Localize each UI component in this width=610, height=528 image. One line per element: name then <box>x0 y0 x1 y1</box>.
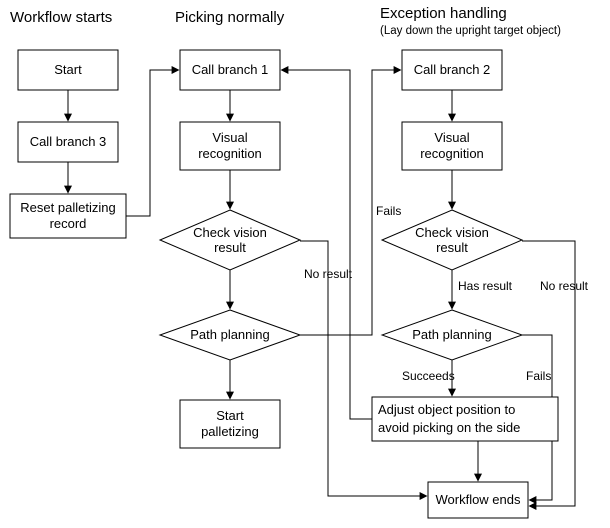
label-pp2: Path planning <box>412 327 492 342</box>
label-vr1-a: Visual <box>212 130 247 145</box>
label-reset-palletizing-1: Reset palletizing <box>20 200 115 215</box>
label-reset-palletizing-2: record <box>50 216 87 231</box>
label-call-branch-3: Call branch 3 <box>30 134 107 149</box>
label-pp2-fails: Fails <box>526 369 551 383</box>
label-adjust-a: Adjust object position to <box>378 402 515 417</box>
label-start: Start <box>54 62 82 77</box>
label-vr1-b: recognition <box>198 146 262 161</box>
label-cv2-noresult: No result <box>540 279 589 293</box>
label-pp1: Path planning <box>190 327 270 342</box>
heading-col3: Exception handling <box>380 5 507 22</box>
label-sp-b: palletizing <box>201 424 259 439</box>
label-adjust-b: avoid picking on the side <box>378 420 520 435</box>
label-vr2-b: recognition <box>420 146 484 161</box>
label-vr2-a: Visual <box>434 130 469 145</box>
label-pp1-fails: Fails <box>376 204 401 218</box>
heading-col3-sub: (Lay down the upright target object) <box>380 25 561 37</box>
label-sp-a: Start <box>216 408 244 423</box>
edge-adjust-to-cb1 <box>282 70 372 419</box>
heading-col1: Workflow starts <box>10 9 112 26</box>
label-cv2-a: Check vision <box>415 225 489 240</box>
label-cv2-b: result <box>436 240 468 255</box>
label-cv2-hasresult: Has result <box>458 279 513 293</box>
label-call-branch-2: Call branch 2 <box>414 62 491 77</box>
label-call-branch-1: Call branch 1 <box>192 62 269 77</box>
label-cv1-a: Check vision <box>193 225 267 240</box>
heading-col2: Picking normally <box>175 9 285 26</box>
label-cv1-noresult: No result <box>304 267 353 281</box>
label-cv1-b: result <box>214 240 246 255</box>
label-pp2-succeeds: Succeeds <box>402 369 455 383</box>
label-workflow-ends: Workflow ends <box>435 492 521 507</box>
edge-reset-to-cb1 <box>126 70 178 216</box>
